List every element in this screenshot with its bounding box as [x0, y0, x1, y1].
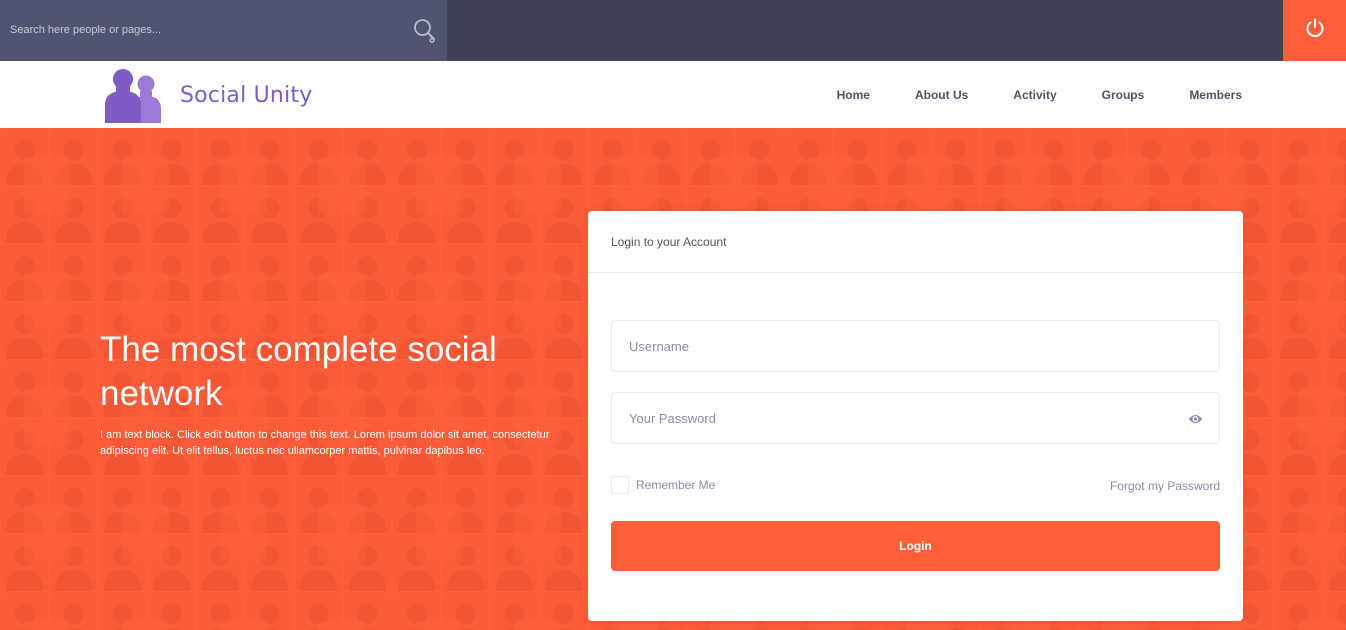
- nav-item-groups[interactable]: Groups: [1102, 88, 1145, 102]
- hero-title: The most complete social network: [100, 330, 497, 413]
- remember-me[interactable]: Remember Me: [611, 476, 715, 494]
- search-input[interactable]: [10, 14, 400, 46]
- login-card: Login to your Account Remember Me Forgot…: [588, 211, 1243, 621]
- nav-item-activity[interactable]: Activity: [1013, 88, 1056, 102]
- remember-me-checkbox[interactable]: [611, 476, 629, 494]
- main-nav: Home About Us Activity Groups Members: [792, 61, 1242, 128]
- nav-item-members[interactable]: Members: [1189, 88, 1242, 102]
- site-header: Social Unity Home About Us Activity Grou…: [0, 61, 1346, 128]
- forgot-password-link[interactable]: Forgot my Password: [1110, 479, 1220, 493]
- remember-me-label: Remember Me: [636, 478, 716, 492]
- hero-text: I am text block. Click edit button to ch…: [100, 429, 550, 457]
- login-button[interactable]: Login: [611, 521, 1220, 571]
- search-icon[interactable]: [412, 17, 438, 43]
- username-field-wrapper: [611, 320, 1220, 372]
- login-title: Login to your Account: [588, 211, 1243, 273]
- username-input[interactable]: [612, 321, 1219, 371]
- top-bar: [0, 0, 1346, 61]
- password-field-wrapper: [611, 392, 1220, 444]
- power-icon: [1304, 17, 1326, 44]
- nav-item-home[interactable]: Home: [837, 88, 870, 102]
- show-password-eye-icon[interactable]: [1188, 412, 1203, 426]
- power-button[interactable]: [1283, 0, 1346, 61]
- search-box: [0, 0, 447, 61]
- password-input[interactable]: [612, 393, 1219, 443]
- nav-item-about-us[interactable]: About Us: [915, 88, 968, 102]
- site-logo[interactable]: Social Unity: [103, 65, 312, 125]
- users-icon: [103, 65, 171, 125]
- site-name: Social Unity: [180, 82, 313, 108]
